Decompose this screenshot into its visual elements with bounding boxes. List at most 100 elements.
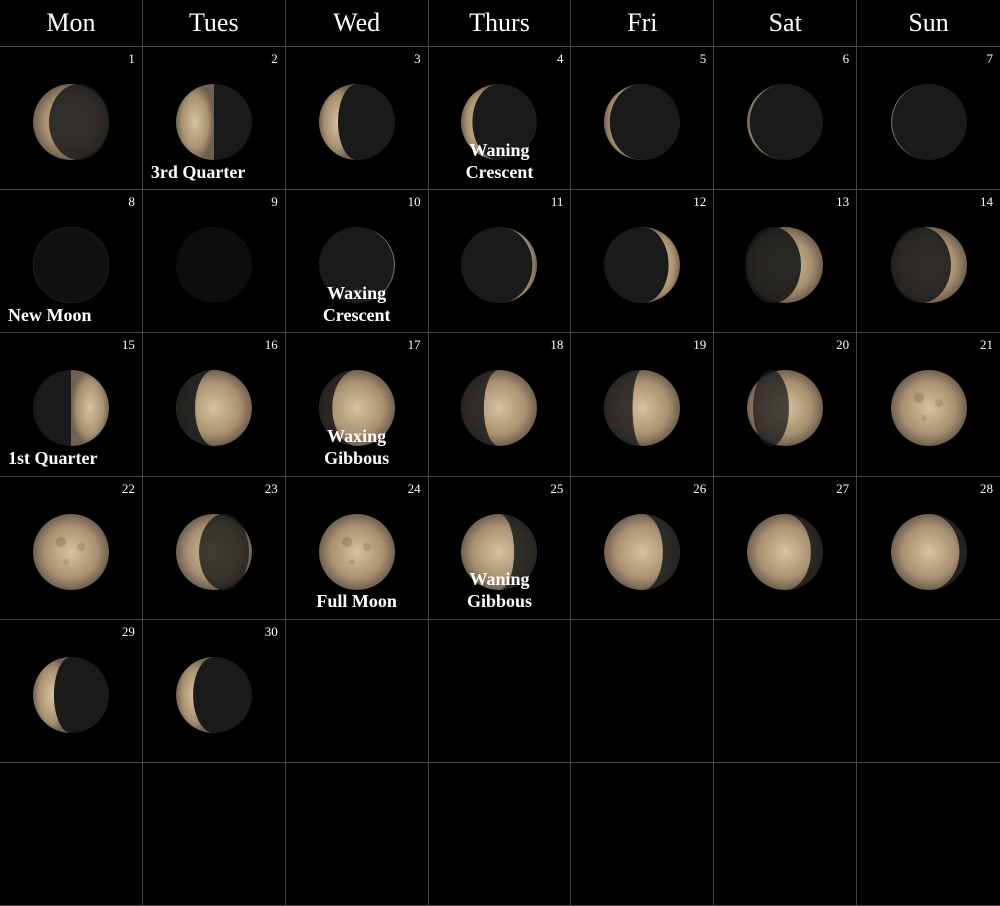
moon-phase-full_moon <box>312 507 402 597</box>
moon-phase-waning_gibbous_large <box>169 507 259 597</box>
calendar-day-15: 15 1st Quarter <box>0 333 143 476</box>
calendar-day-26: 26 <box>571 477 714 620</box>
header-wed: Wed <box>286 0 429 46</box>
day-number: 3 <box>414 51 421 67</box>
day-number: 6 <box>843 51 850 67</box>
calendar-day-14: 14 <box>857 190 1000 333</box>
calendar-day-6: 6 <box>714 47 857 190</box>
header-thurs: Thurs <box>429 0 572 46</box>
moon-phase-waning_crescent_thinner <box>740 77 830 167</box>
calendar-day-28: 28 <box>857 477 1000 620</box>
moon-calendar: MonTuesWedThursFriSatSun 1 2 3rd Quarter… <box>0 0 1000 906</box>
calendar-empty <box>571 620 714 763</box>
day-number: 22 <box>122 481 135 497</box>
calendar-empty <box>286 620 429 763</box>
header-sun: Sun <box>857 0 1000 46</box>
day-number: 20 <box>836 337 849 353</box>
day-number: 13 <box>836 194 849 210</box>
calendar-day-23: 23 <box>143 477 286 620</box>
header-sat: Sat <box>714 0 857 46</box>
calendar-day-29: 29 <box>0 620 143 763</box>
calendar-day-24: 24 Full Moon <box>286 477 429 620</box>
moon-phase-waxing_gibbous_xlarge <box>597 363 687 453</box>
day-number: 30 <box>265 624 278 640</box>
day-number: 23 <box>265 481 278 497</box>
calendar-day-12: 12 <box>571 190 714 333</box>
moon-phase-first_quarter <box>26 363 116 453</box>
calendar-day-3: 3 <box>286 47 429 190</box>
moon-phase-waning_crescent_thinnest <box>884 77 974 167</box>
header-tues: Tues <box>143 0 286 46</box>
day-number: 29 <box>122 624 135 640</box>
moon-phase-new_moon <box>26 220 116 310</box>
calendar-day-2: 2 3rd Quarter <box>143 47 286 190</box>
calendar-header: MonTuesWedThursFriSatSun <box>0 0 1000 47</box>
moon-phase-new_moon_dark <box>169 220 259 310</box>
moon-phase-waxing_gibbous_q <box>169 363 259 453</box>
day-number: 24 <box>408 481 421 497</box>
moon-phase-waning_crescent_half <box>312 77 402 167</box>
calendar-empty <box>857 620 1000 763</box>
moon-phase-waning_crescent_late <box>26 77 116 167</box>
phase-label: WaningCrescent <box>429 140 571 183</box>
day-number: 27 <box>836 481 849 497</box>
calendar-empty <box>286 763 429 906</box>
calendar-day-11: 11 <box>429 190 572 333</box>
calendar-day-1: 1 <box>0 47 143 190</box>
calendar-empty <box>0 763 143 906</box>
phase-label: WaningGibbous <box>429 569 571 612</box>
calendar-empty <box>429 620 572 763</box>
day-number: 8 <box>128 194 135 210</box>
calendar-empty <box>143 763 286 906</box>
day-number: 17 <box>408 337 421 353</box>
phase-label: New Moon <box>8 305 92 327</box>
calendar-empty <box>714 620 857 763</box>
header-mon: Mon <box>0 0 143 46</box>
moon-phase-waning_crescent_end <box>169 650 259 740</box>
day-number: 1 <box>128 51 135 67</box>
day-number: 15 <box>122 337 135 353</box>
day-number: 4 <box>557 51 564 67</box>
moon-phase-full_moon <box>26 507 116 597</box>
phase-label: 1st Quarter <box>8 448 97 470</box>
calendar-day-9: 9 <box>143 190 286 333</box>
day-number: 2 <box>271 51 278 67</box>
calendar-day-25: 25 WaningGibbous <box>429 477 572 620</box>
moon-phase-waxing_crescent <box>454 220 544 310</box>
day-number: 9 <box>271 194 278 210</box>
header-fri: Fri <box>571 0 714 46</box>
calendar-day-27: 27 <box>714 477 857 620</box>
phase-label: WaxingGibbous <box>286 426 428 469</box>
moon-phase-waning_gibbous_small <box>740 507 830 597</box>
phase-label: Full Moon <box>286 591 428 613</box>
day-number: 7 <box>987 51 994 67</box>
day-number: 18 <box>550 337 563 353</box>
calendar-day-21: 21 <box>857 333 1000 476</box>
day-number: 5 <box>700 51 707 67</box>
moon-phase-full_moon <box>884 363 974 453</box>
calendar-day-13: 13 <box>714 190 857 333</box>
calendar-day-19: 19 <box>571 333 714 476</box>
calendar-day-30: 30 <box>143 620 286 763</box>
calendar-day-5: 5 <box>571 47 714 190</box>
calendar-day-22: 22 <box>0 477 143 620</box>
day-number: 11 <box>551 194 564 210</box>
calendar-day-7: 7 <box>857 47 1000 190</box>
day-number: 25 <box>550 481 563 497</box>
calendar-day-18: 18 <box>429 333 572 476</box>
calendar-empty <box>714 763 857 906</box>
day-number: 14 <box>980 194 993 210</box>
calendar-day-4: 4 WaningCrescent <box>429 47 572 190</box>
phase-label: 3rd Quarter <box>151 162 245 184</box>
calendar-day-17: 17 WaxingGibbous <box>286 333 429 476</box>
moon-phase-waxing_gibbous_med <box>884 220 974 310</box>
moon-phase-waxing_gibbous_large <box>454 363 544 453</box>
calendar-empty <box>857 763 1000 906</box>
calendar-day-8: 8 New Moon <box>0 190 143 333</box>
calendar-empty <box>571 763 714 906</box>
day-number: 10 <box>408 194 421 210</box>
moon-phase-waxing_gibbous_full <box>740 363 830 453</box>
calendar-empty <box>429 763 572 906</box>
moon-phase-waning_crescent_thin <box>597 77 687 167</box>
day-number: 12 <box>693 194 706 210</box>
